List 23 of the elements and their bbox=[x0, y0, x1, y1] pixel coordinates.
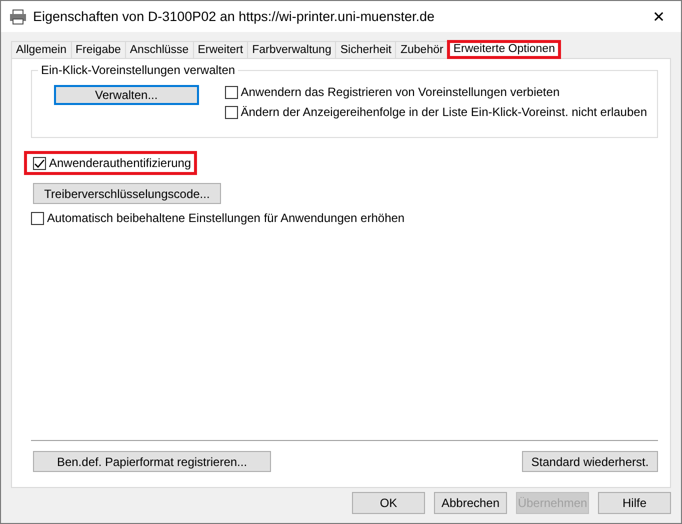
checkbox[interactable] bbox=[224, 86, 238, 98]
close-button[interactable]: ✕ bbox=[637, 8, 681, 26]
dialog-button[interactable]: Abbrechen bbox=[434, 492, 507, 514]
dialog-button[interactable]: OK bbox=[352, 492, 425, 514]
tab[interactable]: Freigabe bbox=[70, 41, 126, 58]
checkbox-label: Anwendern das Registrieren von Voreinstellungen verbieten bbox=[240, 85, 560, 99]
tab[interactable]: Allgemein bbox=[11, 41, 72, 58]
encryption-button[interactable]: Treiberverschlüsselungscode... bbox=[33, 183, 221, 204]
restore-default-button[interactable]: Standard wiederherst. bbox=[522, 451, 658, 472]
manage-button[interactable]: Verwalten... bbox=[54, 85, 199, 105]
tab[interactable]: Erweiterte Optionen bbox=[447, 40, 561, 59]
checkbox-label: Ändern der Anzeigereihenfolge in der Liste Ein-Klick-Voreinst. nicht erlauben bbox=[240, 105, 647, 119]
checkbox[interactable] bbox=[224, 106, 238, 118]
checkbox[interactable] bbox=[31, 212, 44, 224]
dialog-button[interactable]: Hilfe bbox=[598, 492, 671, 514]
checkbox-label: Anwenderauthentifizierung bbox=[49, 156, 192, 170]
printer-icon bbox=[9, 8, 27, 24]
group-title: Ein-Klick-Voreinstellungen verwalten bbox=[38, 63, 238, 77]
checkbox-label: Automatisch beibehaltene Einstellungen für Anwendungen erhöhen bbox=[47, 211, 405, 225]
window-title: Eigenschaften von D-3100P02 an https://wi-printer.uni-muenster.de bbox=[33, 9, 436, 24]
tab[interactable]: Farbverwaltung bbox=[247, 41, 336, 58]
register-paper-button[interactable]: Ben.def. Papierformat registrieren... bbox=[33, 451, 271, 472]
checkbox[interactable] bbox=[33, 156, 46, 170]
